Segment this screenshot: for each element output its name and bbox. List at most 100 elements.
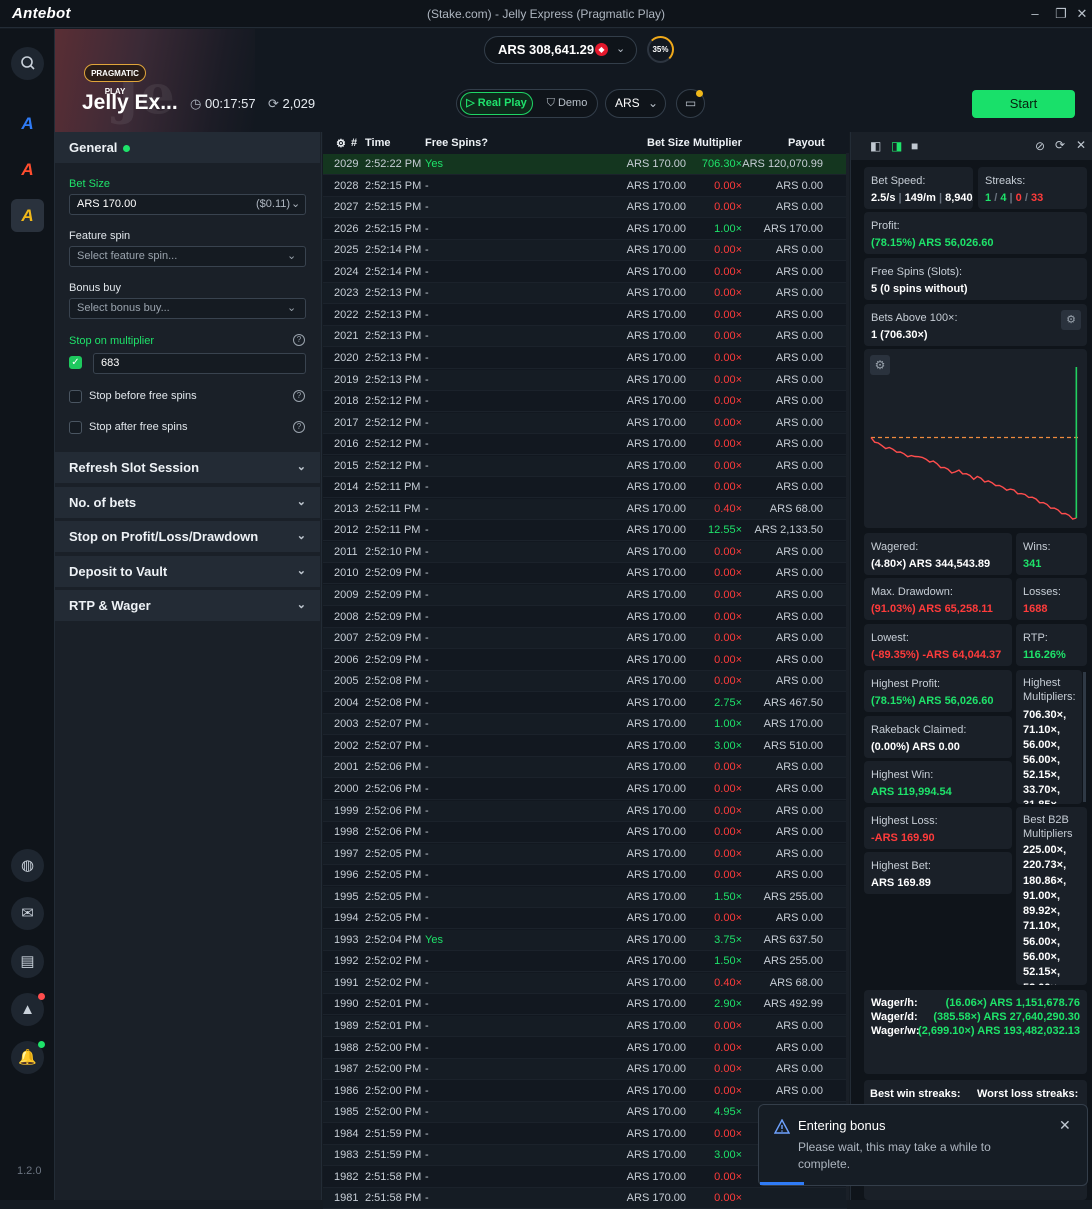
close-icon[interactable]: ✕ [1076, 138, 1086, 152]
table-row[interactable]: 2003 2:52:07 PM - ARS 170.00 1.00× ARS 170.00 [323, 714, 847, 736]
table-row[interactable]: 1989 2:52:01 PM - ARS 170.00 0.00× ARS 0.00 [323, 1016, 847, 1037]
table-row[interactable]: 2002 2:52:07 PM - ARS 170.00 3.00× ARS 510.00 [323, 736, 847, 757]
table-row[interactable]: 2027 2:52:15 PM - ARS 170.00 0.00× ARS 0.00 [323, 197, 847, 219]
table-row[interactable]: 1992 2:52:02 PM - ARS 170.00 1.50× ARS 255.00 [323, 951, 847, 973]
cell-bet-size: ARS 170.00 [626, 804, 686, 817]
table-row[interactable]: 2024 2:52:14 PM - ARS 170.00 0.00× ARS 0.00 [323, 262, 847, 283]
section-refresh-slot-session[interactable]: Refresh Slot Session ⌄ [55, 452, 320, 483]
table-row[interactable]: 2007 2:52:09 PM - ARS 170.00 0.00× ARS 0.00 [323, 628, 847, 650]
section-no-of-bets[interactable]: No. of bets ⌄ [55, 487, 320, 518]
stop-after-free-spins-checkbox[interactable] [69, 421, 82, 434]
table-row[interactable]: 1993 2:52:04 PM Yes ARS 170.00 3.75× ARS 637.… [323, 929, 847, 951]
section-stop-on-profit[interactable]: Stop on Profit/Loss/Drawdown ⌄ [55, 521, 320, 552]
currency-select[interactable]: ARS ⌄ [605, 89, 666, 118]
table-row[interactable]: 2016 2:52:12 PM - ARS 170.00 0.00× ARS 0.00 [323, 434, 847, 456]
layout-left-icon[interactable]: ◧ [870, 139, 881, 153]
demo-button[interactable]: ⛉ Demo [540, 92, 594, 115]
table-row[interactable]: 2028 2:52:15 PM - ARS 170.00 0.00× ARS 0.00 [323, 176, 847, 197]
bet-size-input[interactable]: ARS 170.00 ($0.11) ⌄ [69, 194, 306, 215]
gear-icon[interactable]: ⚙ [1061, 310, 1081, 330]
refresh-icon[interactable]: ⟳ [1055, 138, 1065, 152]
help-icon[interactable]: ? [293, 334, 305, 346]
table-row[interactable]: 2004 2:52:08 PM - ARS 170.00 2.75× ARS 467.50 [323, 693, 847, 714]
stop-before-free-spins-checkbox[interactable] [69, 390, 82, 403]
table-row[interactable]: 1988 2:52:00 PM - ARS 170.00 0.00× ARS 0.00 [323, 1038, 847, 1059]
table-row[interactable]: 2025 2:52:14 PM - ARS 170.00 0.00× ARS 0.00 [323, 240, 847, 262]
table-row[interactable]: 2022 2:52:13 PM - ARS 170.00 0.00× ARS 0.00 [323, 305, 847, 326]
antebot-logo-icon-red[interactable]: A [11, 153, 44, 186]
table-row[interactable]: 2010 2:52:09 PM - ARS 170.00 0.00× ARS 0.00 [323, 563, 847, 585]
table-row[interactable]: 2006 2:52:09 PM - ARS 170.00 0.00× ARS 0.00 [323, 650, 847, 671]
table-row[interactable]: 2015 2:52:12 PM - ARS 170.00 0.00× ARS 0.00 [323, 455, 847, 477]
col-header-free-spins[interactable]: Free Spins? [425, 137, 488, 149]
table-row[interactable]: 2001 2:52:06 PM - ARS 170.00 0.00× ARS 0.00 [323, 757, 847, 779]
balance-selector[interactable]: ARS 308,641.29 [484, 36, 637, 64]
real-play-button[interactable]: ▷ Real Play [460, 92, 533, 115]
minimize-icon[interactable]: – [1027, 6, 1043, 22]
restore-icon[interactable]: ❐ [1053, 6, 1069, 22]
cell-bet-size: ARS 170.00 [626, 869, 686, 882]
close-icon[interactable]: ✕ [1059, 1117, 1071, 1134]
close-icon[interactable]: ✕ [1074, 6, 1090, 22]
table-row[interactable]: 2020 2:52:13 PM - ARS 170.00 0.00× ARS 0.00 [323, 348, 847, 369]
start-button[interactable]: Start [972, 90, 1075, 118]
table-row[interactable]: 2019 2:52:13 PM - ARS 170.00 0.00× ARS 0.00 [323, 369, 847, 391]
cell-time: 2:51:58 PM [365, 1170, 422, 1183]
bet-speed-per-hour: 8,940/ [945, 192, 973, 204]
table-row[interactable]: 1999 2:52:06 PM - ARS 170.00 0.00× ARS 0.00 [323, 800, 847, 822]
table-row[interactable]: 1996 2:52:05 PM - ARS 170.00 0.00× ARS 0.00 [323, 865, 847, 887]
table-row[interactable]: 2011 2:52:10 PM - ARS 170.00 0.00× ARS 0.00 [323, 541, 847, 563]
table-row[interactable]: 1990 2:52:01 PM - ARS 170.00 2.90× ARS 492.99 [323, 994, 847, 1016]
antebot-logo-icon-blue[interactable]: A [11, 107, 44, 140]
table-icon[interactable]: ▤ [11, 945, 44, 978]
section-rtp-wager[interactable]: RTP & Wager ⌄ [55, 590, 320, 621]
table-row[interactable]: 1998 2:52:06 PM - ARS 170.00 0.00× ARS 0.00 [323, 822, 847, 844]
cell-free-spins: - [425, 395, 429, 408]
layout-split-icon[interactable]: ◨ [891, 139, 902, 153]
table-row[interactable]: 2008 2:52:09 PM - ARS 170.00 0.00× ARS 0.00 [323, 607, 847, 628]
cell-free-spins: - [425, 998, 429, 1011]
table-row[interactable]: 1981 2:51:58 PM - ARS 170.00 0.00× [323, 1188, 847, 1209]
table-row[interactable]: 1991 2:52:02 PM - ARS 170.00 0.40× ARS 68.00 [323, 972, 847, 994]
table-row[interactable]: 2026 2:52:15 PM - ARS 170.00 1.00× ARS 170.00 [323, 219, 847, 240]
hide-icon[interactable]: ⊘ [1035, 139, 1045, 153]
table-row[interactable]: 2029 2:52:22 PM Yes ARS 170.00 706.30× ARS 12… [323, 154, 847, 175]
col-header-multiplier[interactable]: Multiplier [693, 137, 742, 149]
table-row[interactable]: 2012 2:52:11 PM - ARS 170.00 12.55× ARS 2,133… [323, 520, 847, 542]
col-header-payout[interactable]: Payout [788, 137, 825, 149]
table-row[interactable]: 2005 2:52:08 PM - ARS 170.00 0.00× ARS 0.00 [323, 671, 847, 693]
table-row[interactable]: 2017 2:52:12 PM - ARS 170.00 0.00× ARS 0.00 [323, 412, 847, 434]
multipliers-scrollbar[interactable] [1083, 672, 1086, 802]
globe-icon[interactable]: ◍ [11, 849, 44, 882]
gear-icon[interactable]: ⚙ [336, 137, 346, 150]
table-row[interactable]: 1994 2:52:05 PM - ARS 170.00 0.00× ARS 0.00 [323, 908, 847, 930]
chat-icon[interactable]: ✉ [11, 897, 44, 930]
feature-spin-select[interactable]: Select feature spin... ⌄ [69, 246, 306, 267]
col-header-time[interactable]: Time [365, 137, 390, 149]
general-section-header[interactable]: General [55, 132, 320, 163]
stop-multiplier-checkbox[interactable]: ✓ [69, 356, 82, 369]
table-row[interactable]: 2018 2:52:12 PM - ARS 170.00 0.00× ARS 0.00 [323, 391, 847, 413]
layout-full-icon[interactable]: ■ [911, 139, 918, 153]
table-row[interactable]: 2000 2:52:06 PM - ARS 170.00 0.00× ARS 0.00 [323, 779, 847, 800]
table-row[interactable]: 2021 2:52:13 PM - ARS 170.00 0.00× ARS 0.00 [323, 326, 847, 348]
antebot-logo-icon-yellow[interactable]: A [11, 199, 44, 232]
search-icon[interactable] [11, 47, 44, 80]
table-row[interactable]: 1986 2:52:00 PM - ARS 170.00 0.00× ARS 0.00 [323, 1081, 847, 1102]
stop-multiplier-input[interactable]: 683 [93, 353, 306, 374]
bonus-buy-select[interactable]: Select bonus buy... ⌄ [69, 298, 306, 319]
col-header-number[interactable]: # [351, 137, 357, 149]
help-icon[interactable]: ? [293, 421, 305, 433]
col-header-bet-size[interactable]: Bet Size [647, 137, 690, 149]
streak-value: 33 [1030, 192, 1044, 204]
table-row[interactable]: 2014 2:52:11 PM - ARS 170.00 0.00× ARS 0.00 [323, 477, 847, 499]
help-icon[interactable]: ? [293, 390, 305, 402]
section-deposit-to-vault[interactable]: Deposit to Vault ⌄ [55, 556, 320, 587]
table-row[interactable]: 1997 2:52:05 PM - ARS 170.00 0.00× ARS 0.00 [323, 843, 847, 865]
table-row[interactable]: 1995 2:52:05 PM - ARS 170.00 1.50× ARS 255.00 [323, 886, 847, 908]
table-row[interactable]: 2009 2:52:09 PM - ARS 170.00 0.00× ARS 0.00 [323, 585, 847, 606]
table-scrollbar[interactable] [846, 153, 849, 1200]
table-row[interactable]: 1987 2:52:00 PM - ARS 170.00 0.00× ARS 0.00 [323, 1059, 847, 1081]
table-row[interactable]: 2023 2:52:13 PM - ARS 170.00 0.00× ARS 0.00 [323, 283, 847, 305]
table-row[interactable]: 2013 2:52:11 PM - ARS 170.00 0.40× ARS 68.00 [323, 498, 847, 520]
